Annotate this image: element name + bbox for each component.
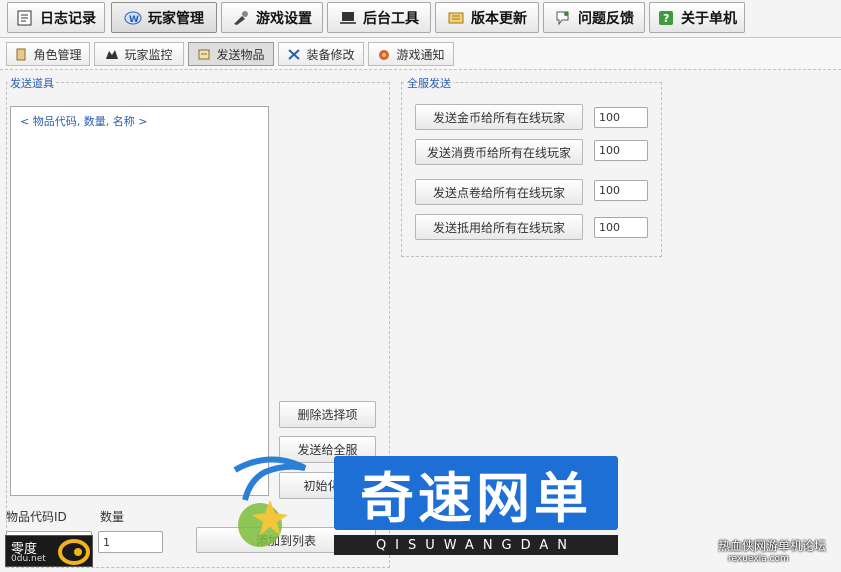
tab-label: 玩家管理	[148, 10, 204, 27]
tab-version-update[interactable]: 版本更新	[435, 2, 539, 33]
tab-label: 日志记录	[40, 10, 96, 27]
send-items-title: 发送道具	[8, 75, 56, 91]
tab-label: 游戏设置	[256, 10, 312, 27]
monitor-icon	[105, 48, 119, 61]
subtab-game-notice[interactable]: 游戏通知	[368, 42, 454, 66]
quantity-input[interactable]: 1	[98, 531, 163, 553]
tab-label: 关于单机	[681, 10, 737, 27]
item-list-box[interactable]: < 物品代码, 数量, 名称 >	[10, 106, 269, 496]
scroll-icon	[447, 10, 465, 26]
svg-text:?: ?	[663, 12, 669, 25]
log-book-icon	[16, 10, 34, 26]
send-item-icon	[197, 48, 211, 61]
subtab-character-management[interactable]: 角色管理	[6, 42, 90, 66]
tab-label: 版本更新	[471, 10, 527, 27]
equipment-icon	[287, 48, 301, 61]
forum-watermark: 热血侠网游单机论坛	[718, 539, 827, 553]
send-points-button[interactable]: 发送点卷给所有在线玩家	[415, 179, 583, 205]
svg-text:W: W	[129, 15, 139, 25]
tab-label: 后台工具	[363, 10, 419, 27]
corner-logo: 零度 0du.net	[5, 535, 93, 567]
tab-log-records[interactable]: 日志记录	[7, 2, 105, 33]
item-list-header: < 物品代码, 数量, 名称 >	[20, 115, 148, 128]
subtab-label: 游戏通知	[396, 47, 445, 62]
subtab-label: 玩家监控	[124, 47, 173, 62]
brand-watermark: 奇速网单	[334, 456, 618, 530]
player-manage-icon: W	[124, 10, 142, 26]
forum-url-watermark: rexuexia.com	[728, 554, 789, 564]
tab-label: 问题反馈	[578, 10, 634, 27]
gold-amount-input[interactable]: 100	[594, 107, 648, 128]
laptop-icon	[339, 10, 357, 26]
points-amount-input[interactable]: 100	[594, 180, 648, 201]
tab-feedback[interactable]: 问题反馈	[543, 2, 645, 33]
send-gold-button[interactable]: 发送金币给所有在线玩家	[415, 104, 583, 130]
tab-backend-tools[interactable]: 后台工具	[327, 2, 431, 33]
notice-icon	[377, 48, 391, 61]
delete-selected-button[interactable]: 删除选择项	[279, 401, 376, 428]
brand-watermark-en: QISUWANGDAN	[334, 535, 618, 555]
voucher-amount-input[interactable]: 100	[594, 217, 648, 238]
quantity-label: 数量	[100, 510, 125, 524]
corner-logo-url: 0du.net	[11, 554, 46, 564]
corner-logo-icon	[58, 539, 90, 565]
character-icon	[14, 48, 28, 61]
help-icon: ?	[657, 10, 675, 26]
item-code-label: 物品代码ID	[6, 510, 67, 524]
dragon-logo-icon	[225, 450, 315, 560]
subtab-player-monitor[interactable]: 玩家监控	[94, 42, 184, 66]
feedback-icon	[554, 10, 572, 26]
send-voucher-button[interactable]: 发送抵用给所有在线玩家	[415, 214, 583, 240]
server-send-title: 全服发送	[405, 75, 453, 91]
subtab-label: 发送物品	[216, 47, 265, 62]
subtab-equipment-edit[interactable]: 装备修改	[278, 42, 364, 66]
subtab-label: 装备修改	[306, 47, 355, 62]
send-consume-coin-button[interactable]: 发送消费币给所有在线玩家	[415, 139, 583, 165]
consume-coin-amount-input[interactable]: 100	[594, 140, 648, 161]
subtab-label: 角色管理	[33, 47, 82, 62]
subtab-send-items[interactable]: 发送物品	[188, 42, 274, 66]
game-settings-icon	[232, 10, 250, 26]
tab-player-management[interactable]: W 玩家管理	[111, 2, 217, 33]
tab-game-settings[interactable]: 游戏设置	[221, 2, 323, 33]
tab-about[interactable]: ? 关于单机	[649, 2, 745, 33]
